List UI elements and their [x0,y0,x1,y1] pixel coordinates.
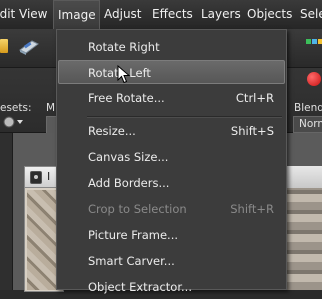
image-menu-dropdown: Rotate Right Rotate Left Free Rotate... … [56,29,287,294]
menu-item-rotate-right[interactable]: Rotate Right [58,35,285,59]
mouse-cursor-icon [117,64,131,85]
menu-separator [87,116,282,118]
preset-picker-icon[interactable] [2,115,24,129]
menu-view[interactable]: View [19,0,47,29]
menu-item-label: Free Rotate... [88,91,165,105]
menu-image[interactable]: Image [53,0,100,29]
menu-layers[interactable]: Layers [201,0,241,29]
menu-item-picture-frame[interactable]: Picture Frame... [58,223,285,247]
menu-effects[interactable]: Effects [152,0,193,29]
red-color-swatch-icon[interactable] [307,72,321,86]
presets-label: esets: [0,102,32,114]
menu-item-label: Canvas Size... [88,150,169,164]
blend-mode-value: Norm [299,118,322,130]
menu-objects[interactable]: Objects [247,0,292,29]
menu-item-label: Picture Frame... [88,228,179,242]
menu-item-shortcut: Ctrl+R [235,91,274,105]
blend-mode-select[interactable]: Norm [293,116,322,133]
menu-item-crop-to-selection[interactable]: Crop to Selection Shift+R [58,197,285,221]
palette-icon[interactable] [305,37,322,51]
menu-bar: Edit View Image Adjust Effects Layers Ob… [0,0,322,30]
scanner-icon[interactable] [18,38,40,56]
menu-item-label: Smart Carver... [88,254,175,268]
blend-mode-label: Blend r [294,102,322,114]
menu-edit[interactable]: Edit [0,0,15,29]
menu-item-rotate-left[interactable]: Rotate Left [58,60,285,84]
menu-item-shortcut: Shift+R [230,202,274,216]
menu-adjust[interactable]: Adjust [104,0,142,29]
menu-item-object-extractor[interactable]: Object Extractor... [58,275,285,299]
menu-selections[interactable]: Sele [300,0,322,29]
menu-item-free-rotate[interactable]: Free Rotate... Ctrl+R [58,86,285,110]
menu-item-label: Add Borders... [88,176,170,190]
menu-item-shortcut: Shift+S [230,124,274,138]
menu-item-label: Rotate Right [88,40,160,54]
image-window-title: I [47,170,51,183]
image-window-icon [30,171,42,184]
menu-item-label: Object Extractor... [88,280,192,294]
menu-item-smart-carver[interactable]: Smart Carver... [58,249,285,273]
mode-label: M [46,102,56,114]
menu-item-add-borders[interactable]: Add Borders... [58,171,285,195]
menu-item-label: Resize... [88,124,136,138]
second-image-window-titlebar[interactable] [286,166,322,188]
menu-item-resize[interactable]: Resize... Shift+S [58,119,285,143]
tools-strip [0,133,13,290]
open-folder-icon[interactable] [0,39,8,53]
menu-item-label: Crop to Selection [88,202,187,216]
menu-item-canvas-size[interactable]: Canvas Size... [58,145,285,169]
